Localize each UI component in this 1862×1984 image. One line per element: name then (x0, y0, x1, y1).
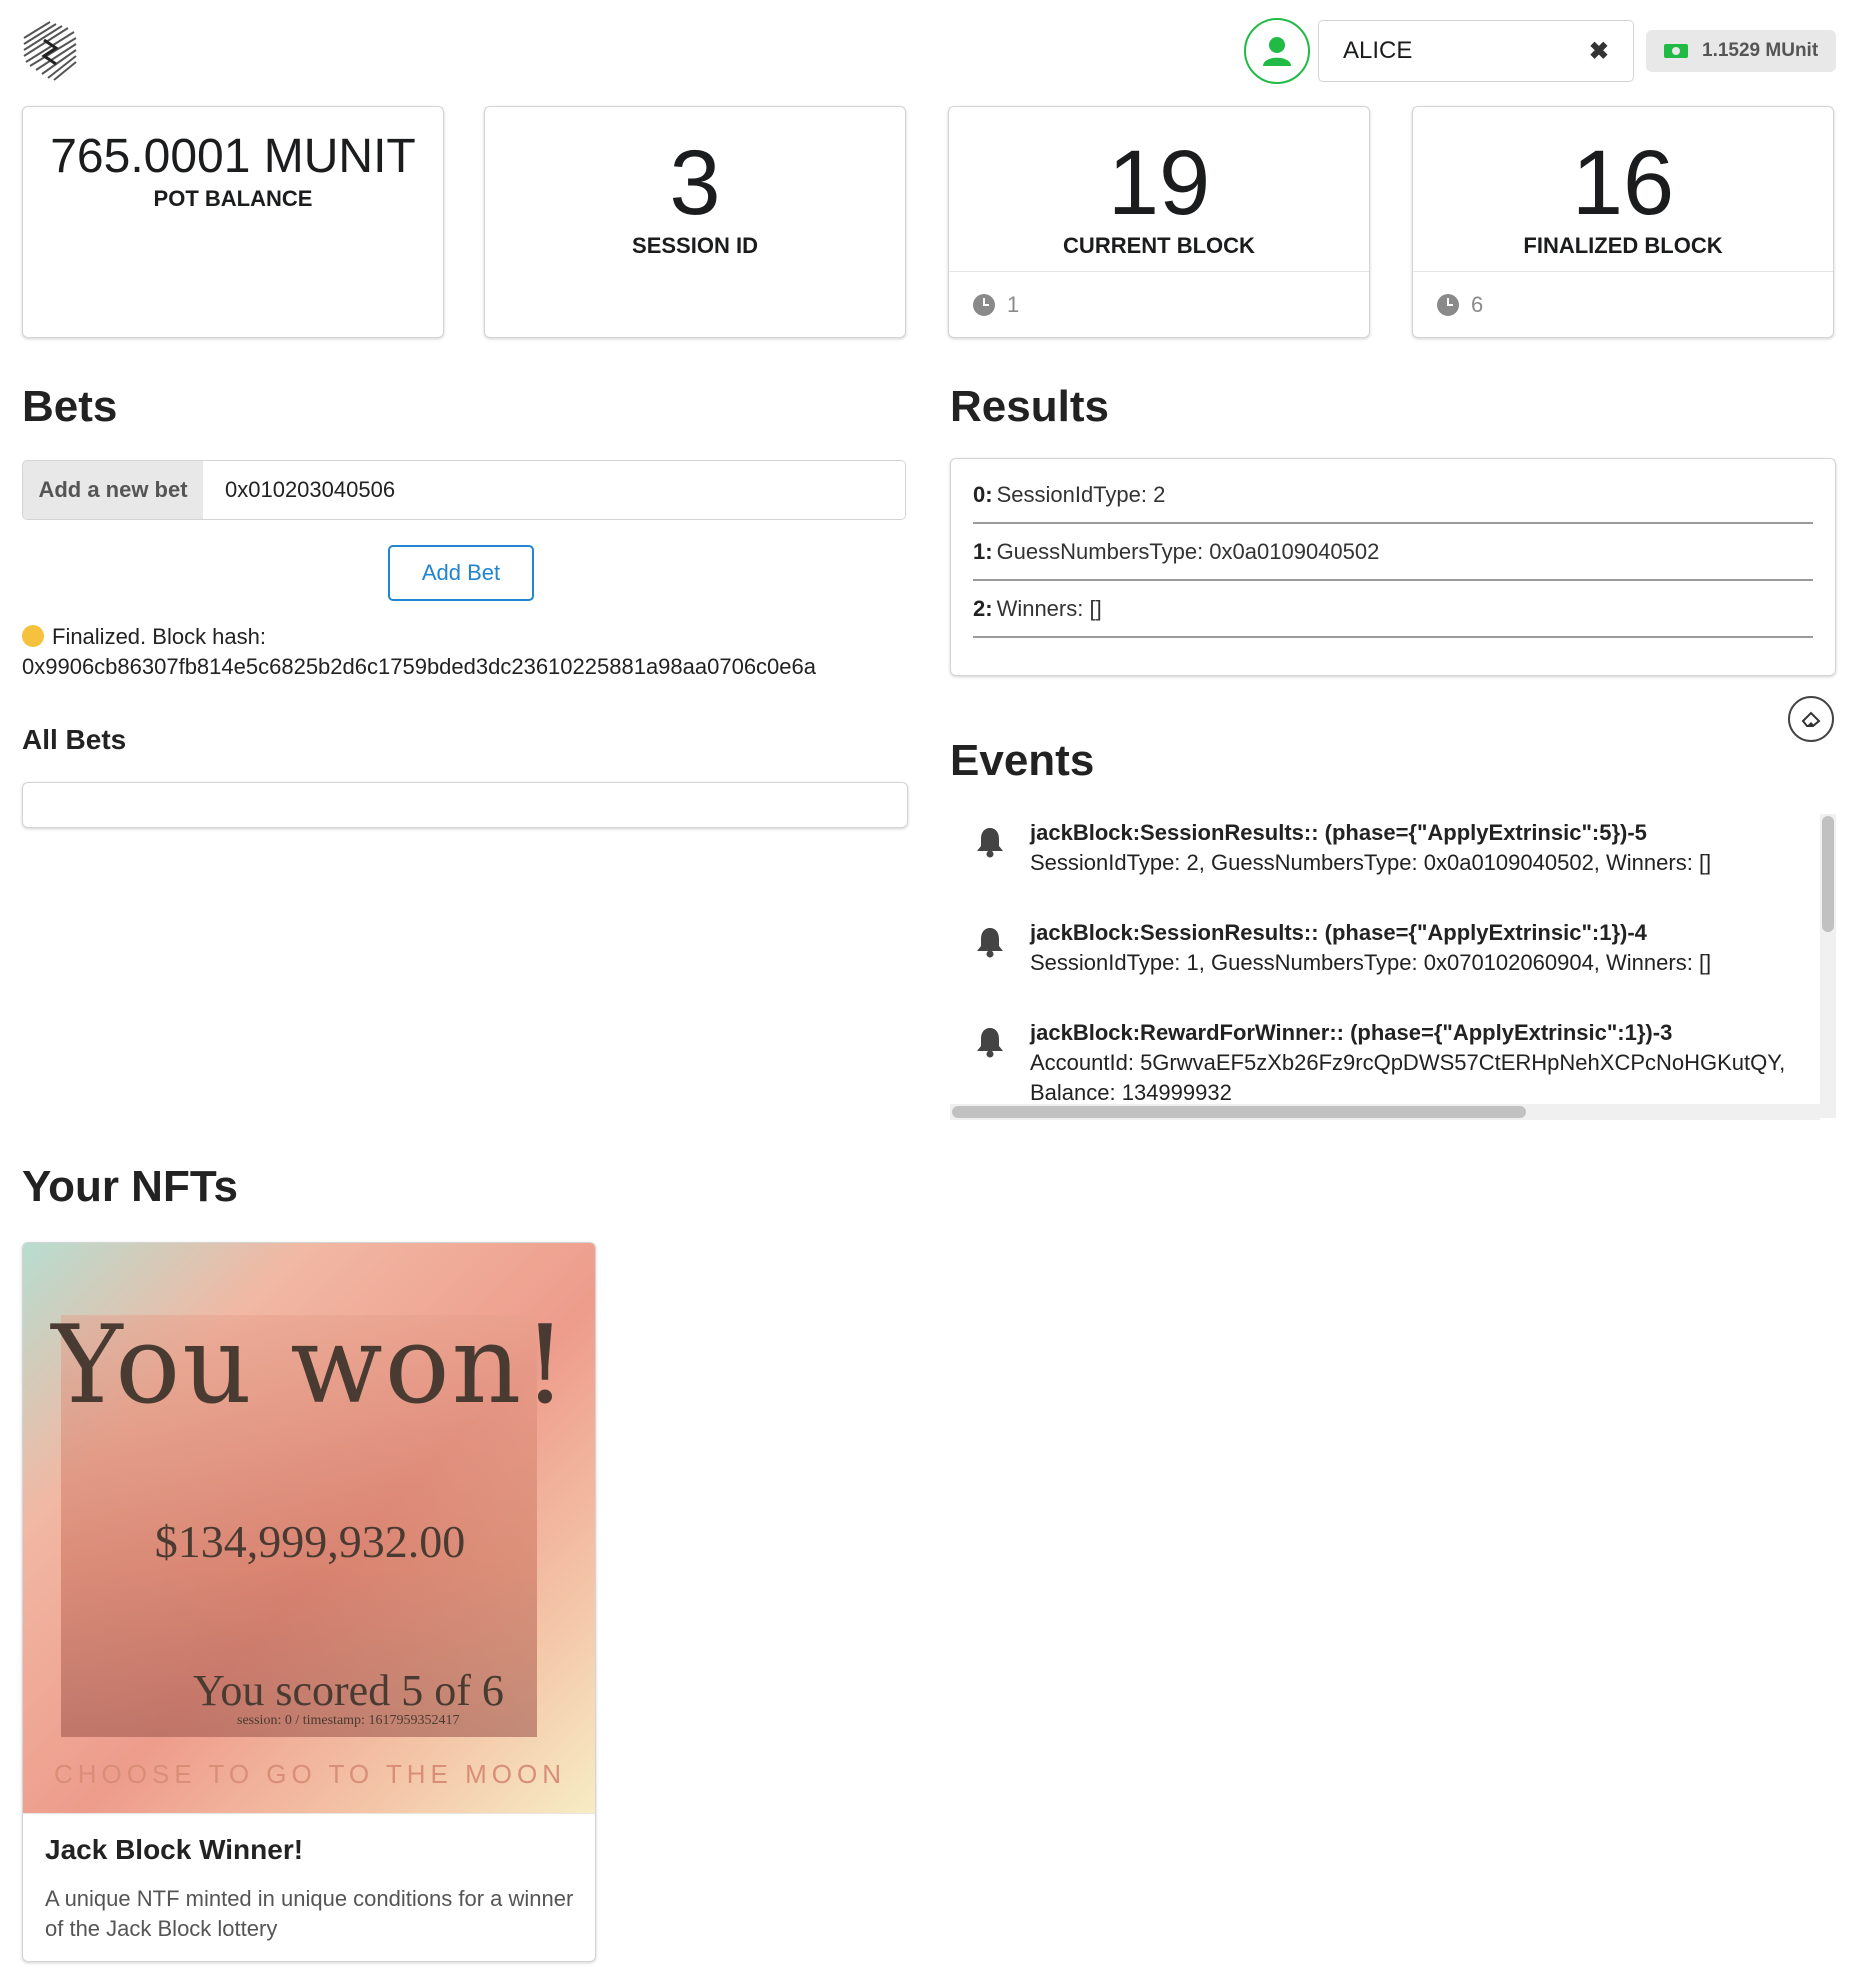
nft-image: You won! $134,999,932.00 You scored 5 of… (23, 1243, 595, 1813)
event-detail: AccountId: 5GrwvaEF5zXb26Fz9rcQpDWS57CtE… (1030, 1050, 1786, 1075)
finalized-block-timer-value: 6 (1471, 291, 1484, 317)
add-bet-label: Add a new bet (23, 461, 203, 519)
results-title: Results (950, 382, 1109, 431)
results-list: 0: SessionIdType: 2 1: GuessNumbersType:… (950, 458, 1836, 676)
clear-icon[interactable]: ✖ (1589, 37, 1609, 66)
bet-input[interactable] (203, 461, 905, 519)
clock-icon (973, 293, 995, 316)
eraser-icon (1801, 711, 1821, 727)
session-id-card: 3 SESSION ID (484, 106, 906, 338)
nft-name: Jack Block Winner! (45, 1834, 304, 1865)
event-item: jackBlock:RewardForWinner:: (phase={"App… (950, 1018, 1820, 1108)
session-id-label: SESSION ID (632, 233, 758, 258)
result-text: SessionIdType: 2 (996, 481, 1166, 507)
clock-icon (1437, 293, 1459, 316)
add-bet-button[interactable]: Add Bet (388, 545, 534, 601)
status-text: Finalized. Block hash: (52, 624, 266, 649)
balance-value: 1.1529 MUnit (1702, 40, 1819, 61)
account-balance-label: 1.1529 MUnit (1646, 30, 1837, 72)
current-block-card: 19 CURRENT BLOCK 1 (948, 106, 1370, 338)
result-row: 1: GuessNumbersType: 0x0a0109040502 (973, 524, 1813, 581)
event-detail: SessionIdType: 1, GuessNumbersType: 0x07… (1030, 950, 1712, 975)
all-bets-title: All Bets (22, 724, 127, 755)
bell-icon (950, 918, 1030, 978)
events-vertical-scroll-thumb[interactable] (1822, 816, 1834, 932)
event-item: jackBlock:SessionResults:: (phase={"Appl… (950, 818, 1820, 878)
bell-icon (950, 818, 1030, 878)
nft-card-content: Jack Block Winner! A unique NTF minted i… (23, 1813, 595, 1961)
event-item: jackBlock:SessionResults:: (phase={"Appl… (950, 918, 1820, 978)
wink-emoji-icon (22, 625, 44, 647)
result-row: 2: Winners: [] (973, 581, 1813, 638)
transaction-status: Finalized. Block hash: 0x9906cb86307fb81… (22, 622, 902, 682)
event-header: jackBlock:SessionResults:: (phase={"Appl… (1030, 820, 1647, 845)
nft-headline: You won! (51, 1303, 569, 1428)
nft-meta: session: 0 / timestamp: 1617959352417 (237, 1713, 460, 1728)
all-bets-list (22, 782, 908, 828)
account-select[interactable]: ALICE ✖ (1318, 20, 1634, 82)
nft-amount: $134,999,932.00 (154, 1516, 466, 1567)
add-bet-field: Add a new bet (22, 460, 906, 520)
bell-icon (950, 1018, 1030, 1108)
finalized-block-value: 16 (1571, 132, 1675, 234)
events-feed[interactable]: jackBlock:SessionResults:: (phase={"Appl… (950, 812, 1836, 1120)
current-block-label: CURRENT BLOCK (1063, 233, 1255, 258)
result-index: 0: (973, 481, 993, 507)
event-header: jackBlock:RewardForWinner:: (phase={"App… (1030, 1020, 1673, 1045)
event-detail: SessionIdType: 2, GuessNumbersType: 0x0a… (1030, 850, 1712, 875)
events-title: Events (950, 736, 1095, 785)
money-bill-icon (1664, 44, 1688, 58)
nft-card[interactable]: You won! $134,999,932.00 You scored 5 of… (22, 1242, 596, 1962)
pot-balance-value: 765.0001 MUNIT (50, 130, 416, 183)
pot-balance-card: 765.0001 MUNIT POT BALANCE (22, 106, 444, 338)
result-index: 2: (973, 595, 993, 621)
result-text: GuessNumbersType: 0x0a0109040502 (996, 538, 1380, 564)
account-name: ALICE (1343, 37, 1413, 64)
bets-title: Bets (22, 382, 118, 431)
user-icon (1263, 37, 1291, 66)
finalized-block-card: 16 FINALIZED BLOCK 6 (1412, 106, 1834, 338)
result-row: 0: SessionIdType: 2 (973, 467, 1813, 524)
nft-score: You scored 5 of 6 (193, 1666, 504, 1715)
current-block-value: 19 (1107, 132, 1211, 234)
nfts-title: Your NFTs (22, 1162, 238, 1211)
finalized-block-label: FINALIZED BLOCK (1523, 233, 1723, 258)
result-index: 1: (973, 538, 993, 564)
current-block-timer-value: 1 (1007, 291, 1020, 317)
event-header: jackBlock:SessionResults:: (phase={"Appl… (1030, 920, 1647, 945)
pot-balance-label: POT BALANCE (153, 186, 313, 211)
clear-events-button[interactable] (1788, 696, 1834, 742)
substrate-logo-icon (20, 18, 80, 82)
current-block-timer: 1 (949, 271, 1369, 337)
events-horizontal-scroll-thumb[interactable] (952, 1106, 1526, 1118)
account-avatar-button[interactable] (1244, 18, 1310, 84)
nft-tagline: CHOOSE TO GO TO THE MOON (54, 1759, 566, 1789)
result-text: Winners: [] (996, 595, 1102, 621)
block-hash: 0x9906cb86307fb814e5c6825b2d6c1759bded3d… (22, 654, 816, 679)
finalized-block-timer: 6 (1413, 271, 1833, 337)
nft-description: A unique NTF minted in unique conditions… (45, 1886, 574, 1941)
session-id-value: 3 (669, 132, 721, 234)
